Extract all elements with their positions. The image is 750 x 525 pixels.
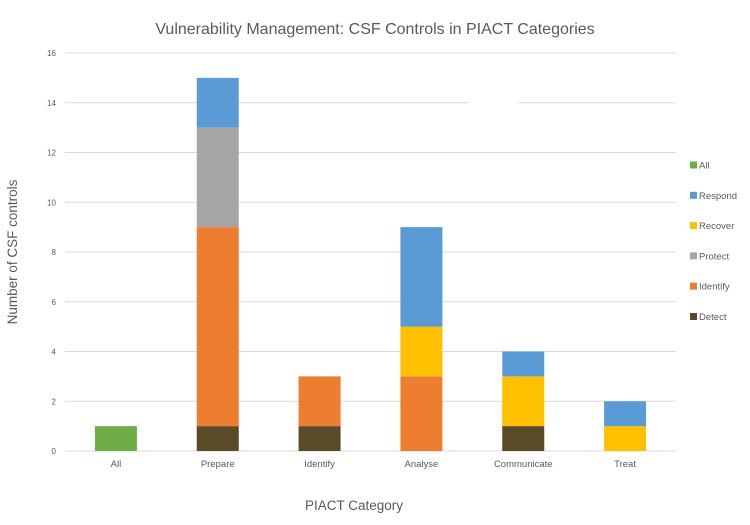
y-tick-label: 8 [52,248,57,257]
chart-title: Vulnerability Management: CSF Controls i… [155,21,594,38]
y-tick-label: 4 [52,348,57,357]
legend-label: All [699,161,710,172]
y-tick-label: 16 [47,49,56,58]
legend-label: Identify [699,282,730,293]
y-tick-label: 10 [47,198,56,207]
legend-item-recover: Recover [690,221,734,232]
y-tick-label: 14 [47,99,56,108]
y-axis-title: Number of CSF controls [5,179,20,324]
bar-segment-communicate-recover [502,376,545,427]
legend-label: Respond [699,191,737,202]
bar-segment-communicate-respond [502,351,545,377]
legend-swatch [690,161,697,169]
bar-segment-prepare-detect [196,426,239,451]
x-tick-label: All [111,459,122,470]
y-tick-label: 6 [52,298,57,307]
legend-item-protect: Protect [690,251,729,262]
bar-segment-analyse-respond [400,227,443,327]
bar-segment-analyse-identify [400,376,443,451]
chart: Vulnerability Management: CSF Controls i… [5,21,737,513]
bar-segment-identify-detect [298,426,341,451]
legend-swatch [690,222,697,230]
y-tick-label: 2 [52,397,57,406]
legend-item-identify: Identify [690,282,730,293]
y-tick-label: 12 [47,149,56,158]
legend-swatch [690,282,697,290]
legend-item-all: All [690,161,710,172]
x-axis-ticks: All Prepare Identify Analyse Communicate Trea… [111,459,637,470]
x-tick-label: Treat [614,459,636,470]
legend-label: Protect [699,251,729,262]
y-axis-ticks: 0 2 4 6 8 10 12 14 16 [47,49,56,456]
legend-label: Recover [699,221,734,232]
legend-item-respond: Respond [690,191,737,202]
bar-segment-all-all [94,426,137,451]
bar-segment-prepare-protect [196,127,239,228]
legend-swatch [690,313,697,320]
x-axis-title: PIACT Category [305,498,403,513]
bar-segment-identify-identify [298,376,341,427]
bar-segment-treat-recover [604,426,647,451]
bar-segment-treat-respond [604,401,647,427]
legend-item-detect: Detect [690,312,727,323]
gridlines [65,52,676,452]
legend-swatch [690,252,697,260]
x-tick-label: Prepare [201,459,235,470]
bar-segment-communicate-detect [502,426,545,451]
x-tick-label: Communicate [494,459,553,470]
y-tick-label: 0 [52,447,57,456]
legend-label: Detect [699,312,727,323]
bar-segment-prepare-respond [196,77,239,128]
legend: All Respond Recover Protect Identify Detect [690,161,737,323]
bars [94,77,647,451]
bar-segment-analyse-recover [400,326,443,377]
x-tick-label: Analyse [405,459,439,470]
x-tick-label: Identify [304,459,335,470]
plot-occlusion [469,95,519,111]
legend-swatch [690,191,697,199]
bar-segment-prepare-identify [196,227,239,427]
